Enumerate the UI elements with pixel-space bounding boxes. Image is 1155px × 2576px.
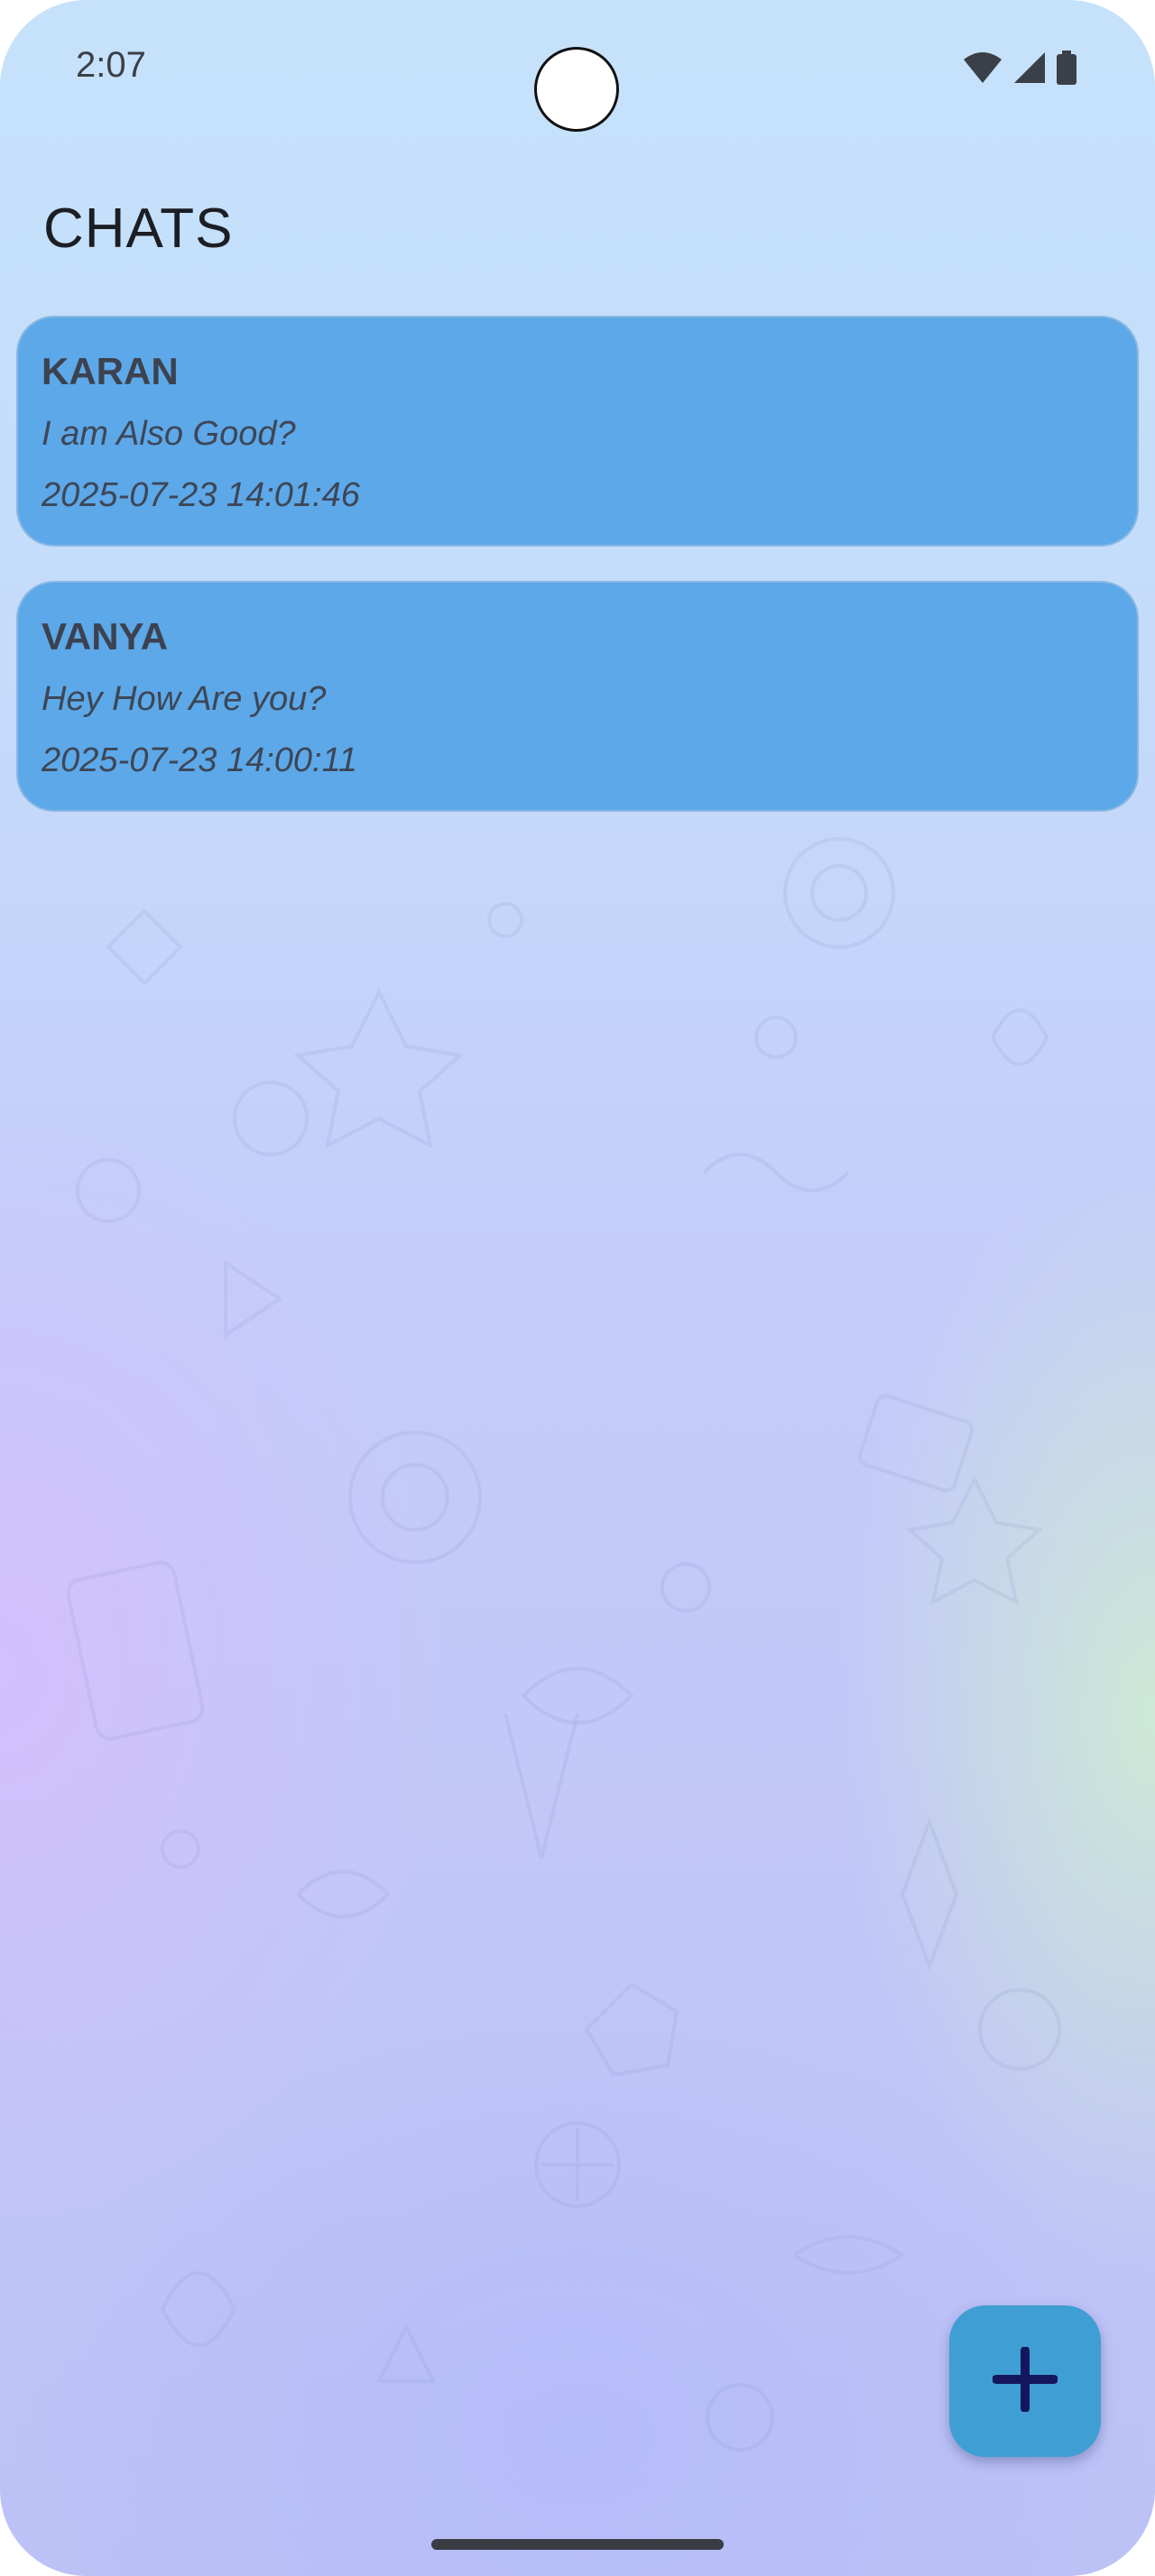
camera-cutout — [534, 47, 619, 132]
home-indicator[interactable] — [431, 2539, 724, 2550]
status-icons — [962, 51, 1077, 87]
plus-icon — [992, 2345, 1058, 2416]
page-title: CHATS — [43, 198, 234, 260]
chat-item[interactable]: KARAN I am Also Good? 2025-07-23 14:01:4… — [16, 316, 1139, 547]
new-chat-button[interactable] — [949, 2305, 1101, 2457]
chat-timestamp: 2025-07-23 14:00:11 — [42, 741, 358, 779]
chat-last-message: Hey How Are you? — [42, 680, 327, 718]
cell-signal-icon — [1012, 51, 1047, 87]
status-bar: 2:07 — [0, 0, 1155, 135]
chat-last-message: I am Also Good? — [42, 415, 296, 453]
status-time: 2:07 — [76, 45, 146, 85]
phone-screen: 2:07 CHATS KARAN I am Also Good? 2025-07… — [0, 0, 1155, 2576]
chat-item[interactable]: VANYA Hey How Are you? 2025-07-23 14:00:… — [16, 581, 1139, 812]
battery-icon — [1056, 51, 1077, 87]
wifi-icon — [962, 51, 1003, 87]
chat-contact-name: KARAN — [42, 350, 179, 392]
chat-timestamp: 2025-07-23 14:01:46 — [42, 476, 360, 514]
chat-contact-name: VANYA — [42, 615, 169, 658]
chat-list: KARAN I am Also Good? 2025-07-23 14:01:4… — [16, 316, 1139, 846]
